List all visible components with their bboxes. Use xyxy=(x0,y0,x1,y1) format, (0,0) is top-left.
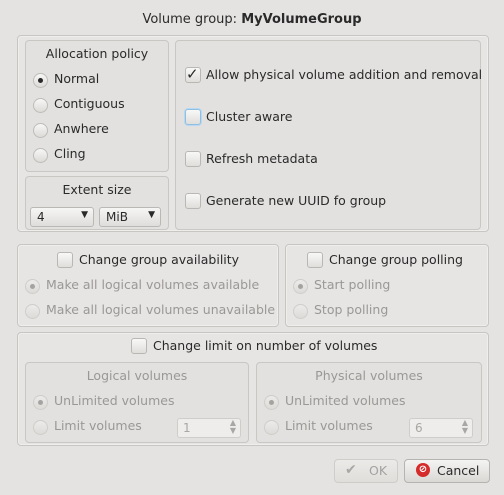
cluster-aware-label[interactable]: Cluster aware xyxy=(206,109,292,124)
stop-polling-label[interactable]: Stop polling xyxy=(314,302,388,317)
allocation-anywhere-radio[interactable] xyxy=(33,123,48,138)
logical-limit-spinbox[interactable]: 1 ▲ ▼ xyxy=(177,418,241,438)
chevron-down-icon: ▼ xyxy=(81,210,88,220)
extent-size-value-combo[interactable]: 4 ▼ xyxy=(30,207,94,227)
extent-size-group: Extent size 4 ▼ MiB ▼ xyxy=(25,176,169,230)
availability-group: Change group availability Make all logic… xyxy=(17,244,279,327)
logical-limit-value: 1 xyxy=(183,421,191,435)
cancel-button[interactable]: ⊘ Cancel xyxy=(404,459,490,483)
physical-unlimited-label[interactable]: UnLimited volumes xyxy=(285,393,405,408)
cluster-aware-checkbox[interactable] xyxy=(185,109,201,125)
availability-checkbox[interactable] xyxy=(57,252,73,268)
physical-unlimited-radio[interactable] xyxy=(264,395,279,410)
physical-limit-value: 6 xyxy=(415,421,423,435)
dialog-title: Volume group: MyVolumeGroup xyxy=(0,12,504,27)
volume-limits-group: Change limit on number of volumes Logica… xyxy=(17,332,489,446)
volume-limits-checkbox[interactable] xyxy=(131,338,147,354)
logical-limit-label[interactable]: Limit volumes xyxy=(54,418,142,433)
checkmark-icon: ✓ xyxy=(186,65,199,83)
extent-size-title: Extent size xyxy=(62,182,132,197)
refresh-metadata-checkbox[interactable] xyxy=(185,151,201,167)
make-unavailable-radio[interactable] xyxy=(25,304,40,319)
logical-unlimited-radio[interactable] xyxy=(33,395,48,410)
polling-title[interactable]: Change group polling xyxy=(329,252,463,267)
allocation-policy-title: Allocation policy xyxy=(45,46,149,61)
allocation-anywhere-label[interactable]: Anwhere xyxy=(54,121,109,136)
stop-polling-radio[interactable] xyxy=(293,304,308,319)
volume-limits-title[interactable]: Change limit on number of volumes xyxy=(153,338,377,353)
allocation-normal-label[interactable]: Normal xyxy=(54,71,99,86)
checkmark-icon: ✔ xyxy=(345,462,357,478)
spin-arrows-icon: ▲ ▼ xyxy=(229,418,236,435)
make-available-label[interactable]: Make all logical volumes available xyxy=(46,277,259,292)
start-polling-radio[interactable] xyxy=(293,279,308,294)
ok-button-label: OK xyxy=(369,463,388,478)
allocation-cling-label[interactable]: Cling xyxy=(54,146,86,161)
extent-size-value: 4 xyxy=(37,210,45,224)
vg-options-group: ✓ Allow physical volume addition and rem… xyxy=(175,40,482,230)
polling-group: Change group polling Start polling Stop … xyxy=(285,244,489,327)
ok-button[interactable]: ✔ OK xyxy=(334,459,398,483)
refresh-metadata-label[interactable]: Refresh metadata xyxy=(206,151,318,166)
logical-volumes-group: Logical volumes UnLimited volumes Limit … xyxy=(25,362,249,443)
allow-pv-label[interactable]: Allow physical volume addition and remov… xyxy=(206,67,482,82)
cancel-icon: ⊘ xyxy=(416,463,430,477)
logical-limit-radio[interactable] xyxy=(33,420,48,435)
allow-pv-checkbox[interactable]: ✓ xyxy=(185,65,201,83)
start-polling-label[interactable]: Start polling xyxy=(314,277,390,292)
extent-size-unit-combo[interactable]: MiB ▼ xyxy=(99,207,161,227)
cancel-button-label: Cancel xyxy=(437,463,480,478)
chevron-down-icon: ▼ xyxy=(148,210,155,220)
make-unavailable-label[interactable]: Make all logical volumes unavailable xyxy=(46,302,275,317)
logical-unlimited-label[interactable]: UnLimited volumes xyxy=(54,393,174,408)
physical-volumes-group: Physical volumes UnLimited volumes Limit… xyxy=(256,362,482,443)
dialog-title-prefix: Volume group: xyxy=(142,12,238,27)
generate-uuid-label[interactable]: Generate new UUID fo group xyxy=(206,193,386,208)
availability-title[interactable]: Change group availability xyxy=(79,252,239,267)
allocation-cling-radio[interactable] xyxy=(33,148,48,163)
spin-arrows-icon: ▲ ▼ xyxy=(461,418,468,435)
physical-limit-radio[interactable] xyxy=(264,420,279,435)
physical-limit-spinbox[interactable]: 6 ▲ ▼ xyxy=(409,418,473,438)
volume-group-name: MyVolumeGroup xyxy=(241,12,362,27)
allocation-contiguous-label[interactable]: Contiguous xyxy=(54,96,125,111)
extent-size-unit: MiB xyxy=(106,210,128,224)
polling-checkbox[interactable] xyxy=(307,252,323,268)
make-available-radio[interactable] xyxy=(25,279,40,294)
generate-uuid-checkbox[interactable] xyxy=(185,193,201,209)
physical-limit-label[interactable]: Limit volumes xyxy=(285,418,373,433)
allocation-policy-group: Allocation policy Normal Contiguous Anwh… xyxy=(25,40,169,172)
physical-volumes-title: Physical volumes xyxy=(315,368,423,383)
logical-volumes-title: Logical volumes xyxy=(86,368,188,383)
allocation-normal-radio[interactable] xyxy=(33,73,48,88)
allocation-contiguous-radio[interactable] xyxy=(33,98,48,113)
